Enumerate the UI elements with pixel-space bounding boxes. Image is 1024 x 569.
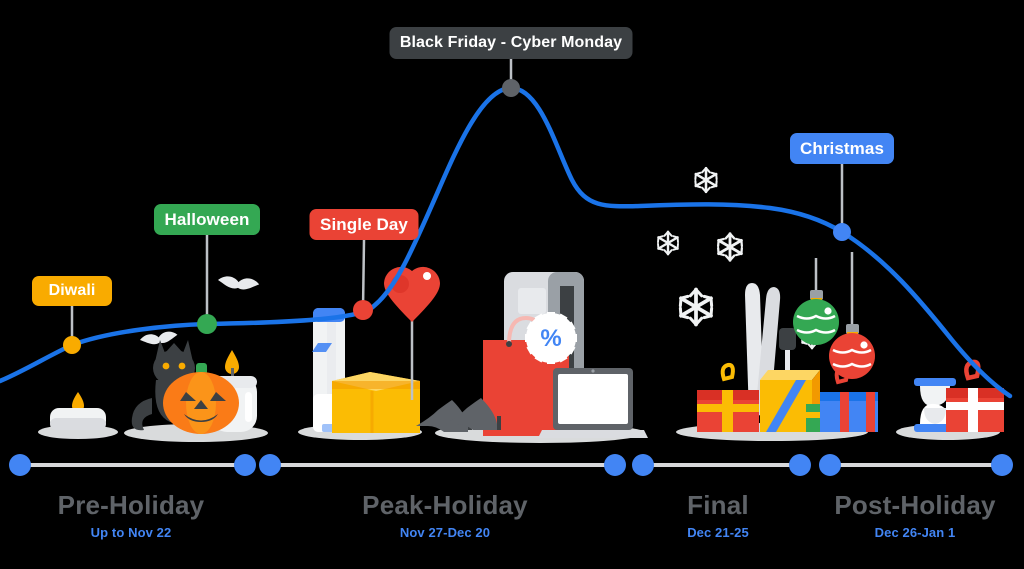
callout-badge-black-friday-cyber-monday[interactable]: Black Friday - Cyber Monday: [389, 27, 633, 59]
phase-name: Pre-Holiday: [57, 490, 205, 520]
phase-name: Peak-Holiday: [362, 490, 528, 520]
callout-label: Single Day: [320, 214, 408, 234]
phase-label-pre-holiday: Pre-Holiday Up to Nov 22: [57, 490, 205, 541]
timeline-axis: [9, 454, 1013, 476]
phase-label-peak-holiday: Peak-Holiday Nov 27-Dec 20: [362, 490, 528, 541]
leader-line-single-day: [361, 239, 366, 311]
callout-badge-single-day[interactable]: Single Day: [309, 209, 419, 240]
phase-label-post-holiday: Post-Holiday Dec 26-Jan 1: [834, 490, 996, 541]
curve-dot-diwali: [63, 336, 81, 354]
timeline-marker: [991, 454, 1013, 476]
callout-badge-christmas[interactable]: Christmas: [790, 133, 894, 164]
timeline-marker: [259, 454, 281, 476]
callout-label: Christmas: [799, 138, 885, 158]
chart-layer: [0, 59, 1013, 476]
timeline-marker: [604, 454, 626, 476]
phase-name: Post-Holiday: [834, 490, 996, 520]
curve-dot-christmas: [833, 223, 851, 241]
curve-dot-black-friday: [502, 79, 520, 97]
infographic-canvas: % Diwali Halloween Single Day Black Frid…: [0, 0, 1024, 569]
phase-dates: Up to Nov 22: [90, 525, 172, 541]
callout-label: Black Friday - Cyber Monday: [399, 34, 623, 51]
timeline-marker: [632, 454, 654, 476]
curve-dot-single-day: [353, 300, 373, 320]
curve-dot-halloween: [197, 314, 217, 334]
timeline-marker: [9, 454, 31, 476]
callout-label: Diwali: [48, 282, 96, 299]
callout-badge-diwali[interactable]: Diwali: [32, 276, 112, 306]
timeline-marker: [789, 454, 811, 476]
phase-label-final: Final Dec 21-25: [687, 490, 749, 541]
timeline-marker: [819, 454, 841, 476]
callout-label: Halloween: [164, 209, 250, 229]
phase-dates: Dec 26-Jan 1: [874, 525, 956, 541]
phase-name: Final: [687, 490, 749, 520]
callout-leader-lines: [70, 59, 844, 345]
timeline-marker: [234, 454, 256, 476]
phase-dates: Nov 27-Dec 20: [399, 525, 491, 541]
phase-dates: Dec 21-25: [687, 525, 749, 541]
callout-badge-halloween[interactable]: Halloween: [154, 204, 260, 235]
